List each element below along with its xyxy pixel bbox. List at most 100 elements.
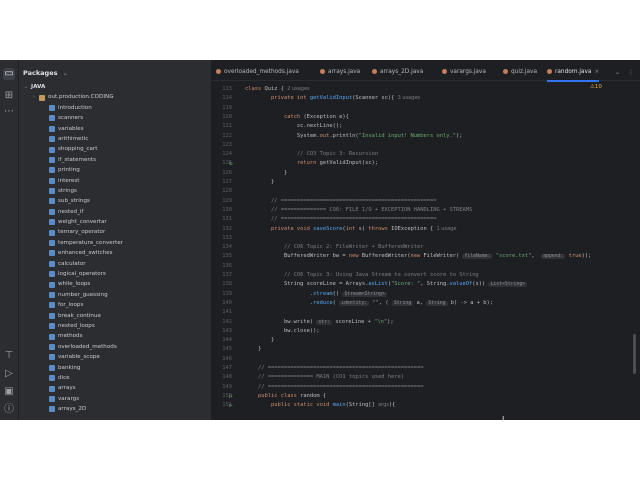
- tree-item[interactable]: dice: [19, 373, 211, 383]
- close-icon[interactable]: ×: [594, 69, 599, 75]
- tab-random[interactable]: random.java ×: [547, 66, 600, 82]
- tab-quiz[interactable]: quiz.java: [503, 66, 537, 80]
- terminal-icon[interactable]: ▣: [3, 386, 15, 398]
- code-line[interactable]: 126 }: [212, 169, 640, 178]
- code-line[interactable]: 139 .stream() Stream<String>: [212, 290, 640, 299]
- code-line[interactable]: 136: [212, 262, 640, 271]
- tree-item[interactable]: calculator: [19, 259, 211, 269]
- code-line[interactable]: 143 bw.close();: [212, 327, 640, 336]
- tab-varargs[interactable]: varargs.java: [442, 66, 486, 80]
- tree-item[interactable]: shopping_cart: [19, 144, 211, 154]
- tab-arrays-2d[interactable]: arrays_2D.java: [372, 66, 423, 80]
- chevron-down-icon[interactable]: ⌄: [63, 70, 68, 77]
- tree-item[interactable]: nested_loops: [19, 321, 211, 331]
- tree-item[interactable]: arrays_2D: [19, 404, 211, 414]
- tree-item[interactable]: while_loops: [19, 279, 211, 289]
- code-line[interactable]: 119: [212, 104, 640, 113]
- tree-item[interactable]: nested_if: [19, 207, 211, 217]
- code-line[interactable]: 149 // =================================…: [212, 383, 640, 392]
- code-line[interactable]: 129 // =================================…: [212, 197, 640, 206]
- code-line[interactable]: 131 // =================================…: [212, 215, 640, 224]
- code-line[interactable]: 150 ▷ public class random {: [212, 392, 640, 401]
- tree-item[interactable]: overloaded_methods: [19, 342, 211, 352]
- tree-item[interactable]: for_loops: [19, 300, 211, 310]
- tree-item[interactable]: weight_convertar: [19, 217, 211, 227]
- chevron-right-icon[interactable]: ›: [31, 92, 37, 102]
- tree-item[interactable]: arrays: [19, 383, 211, 393]
- tab-arrays[interactable]: arrays.java: [320, 66, 360, 80]
- tree-item[interactable]: if_statements: [19, 155, 211, 165]
- scrollbar-thumb[interactable]: [633, 334, 636, 374]
- chevron-down-icon[interactable]: ⌄: [23, 82, 29, 92]
- code-token: public static void: [245, 402, 333, 409]
- run-gutter-icon[interactable]: ▷: [229, 401, 235, 410]
- tree-item[interactable]: sub_strings: [19, 196, 211, 206]
- structure-icon[interactable]: ⊞: [3, 90, 15, 102]
- code-token: .println(: [329, 132, 359, 139]
- code-line[interactable]: 137 // CO6 Topic 3: Using Java Stream to…: [212, 271, 640, 280]
- code-line[interactable]: 140 .reduce( identity: "", ( String a, S…: [212, 299, 640, 308]
- tab-list-icon[interactable]: ⌄: [615, 66, 620, 79]
- code-line[interactable]: 146: [212, 355, 640, 364]
- code-area[interactable]: 113 class Quiz { 2 usages 114 private int …: [212, 82, 640, 420]
- line-number: 141: [222, 309, 232, 316]
- tree-item[interactable]: variables: [19, 124, 211, 134]
- code-line[interactable]: 145 }: [212, 345, 640, 354]
- tree-item-label: number_guessing: [58, 291, 108, 298]
- problems-icon[interactable]: ⓘ: [3, 404, 15, 416]
- tree-item[interactable]: number_guessing: [19, 290, 211, 300]
- tree-item[interactable]: logical_operators: [19, 269, 211, 279]
- tree-item[interactable]: ⌄ JAVA: [19, 82, 211, 92]
- tree-item[interactable]: banking: [19, 363, 211, 373]
- tree-item-label: methods: [58, 333, 83, 340]
- panel-title[interactable]: Packages ⌄: [23, 69, 68, 77]
- tree-item[interactable]: ternary_operator: [19, 227, 211, 237]
- tree-item[interactable]: temperature_converter: [19, 238, 211, 248]
- code-line[interactable]: 128: [212, 187, 640, 196]
- code-line[interactable]: 125 ↻ return getValidInput(sc);: [212, 159, 640, 168]
- code-line[interactable]: 122 System.out.println("Invalid input! N…: [212, 132, 640, 141]
- code-line[interactable]: 148 // ============== MAIN (CO1 topics u…: [212, 373, 640, 382]
- run-icon[interactable]: ▷: [3, 368, 15, 380]
- tree-item[interactable]: › out.production.CODING: [19, 92, 211, 102]
- code-line[interactable]: 120 catch (Exception e){: [212, 113, 640, 122]
- code-line[interactable]: 138 String scoreLine = Arrays.asList("Sc…: [212, 280, 640, 289]
- more-actions-icon[interactable]: ⋮: [628, 66, 634, 79]
- code-token: bw.write(: [245, 318, 317, 325]
- tree-item[interactable]: interest: [19, 176, 211, 186]
- tree-item[interactable]: introduction: [19, 103, 211, 113]
- tree-item[interactable]: varargs: [19, 394, 211, 404]
- code-line[interactable]: 142 bw.write( str: scoreLine + "\n");: [212, 318, 640, 327]
- code-line[interactable]: 114 private int getValidInput(Scanner sc…: [212, 94, 640, 103]
- code-line[interactable]: 127 }: [212, 178, 640, 187]
- tree-item[interactable]: methods: [19, 331, 211, 341]
- tree-item[interactable]: scanners: [19, 113, 211, 123]
- code-editor[interactable]: overloaded_methods.java arrays.java arrays…: [212, 60, 640, 420]
- code-line[interactable]: 130 // ============== CO6: FILE I/O + EX…: [212, 206, 640, 215]
- more-icon[interactable]: ⋯: [3, 106, 15, 118]
- code-line[interactable]: 133: [212, 234, 640, 243]
- code-line[interactable]: 141: [212, 308, 640, 317]
- tree-item[interactable]: arithimetic: [19, 134, 211, 144]
- tree-item[interactable]: strings: [19, 186, 211, 196]
- tree-item[interactable]: variable_scope: [19, 352, 211, 362]
- code-line[interactable]: 147 // =================================…: [212, 364, 640, 373]
- folder-icon[interactable]: ▭: [3, 68, 15, 80]
- tree-item[interactable]: printing: [19, 165, 211, 175]
- code-line[interactable]: 134 // CO6 Topic 2: FileWriter + Buffere…: [212, 243, 640, 252]
- code-line[interactable]: 124 // CO3 Topic 3: Recursion: [212, 150, 640, 159]
- tab-overloaded-methods[interactable]: overloaded_methods.java: [216, 66, 299, 80]
- tree-item[interactable]: enhanced_switches: [19, 248, 211, 258]
- recursion-icon[interactable]: ↻: [229, 159, 235, 168]
- code-line[interactable]: 135 BufferedWriter bw = new BufferedWrit…: [212, 252, 640, 261]
- run-gutter-icon[interactable]: ▷: [229, 392, 235, 401]
- code-line[interactable]: 121 sc.nextLine();: [212, 122, 640, 131]
- warnings-indicator[interactable]: ⚠10: [590, 84, 602, 90]
- code-line[interactable]: 132 private void saveScore(int s) throws…: [212, 225, 640, 234]
- code-line[interactable]: 113 class Quiz { 2 usages: [212, 85, 640, 94]
- tree-item[interactable]: break_continue: [19, 311, 211, 321]
- code-line[interactable]: 144 }: [212, 336, 640, 345]
- code-line[interactable]: 151 ▷ public static void main(String[] ar…: [212, 401, 640, 410]
- code-line[interactable]: 123: [212, 141, 640, 150]
- hammer-icon[interactable]: ⊤: [3, 350, 15, 362]
